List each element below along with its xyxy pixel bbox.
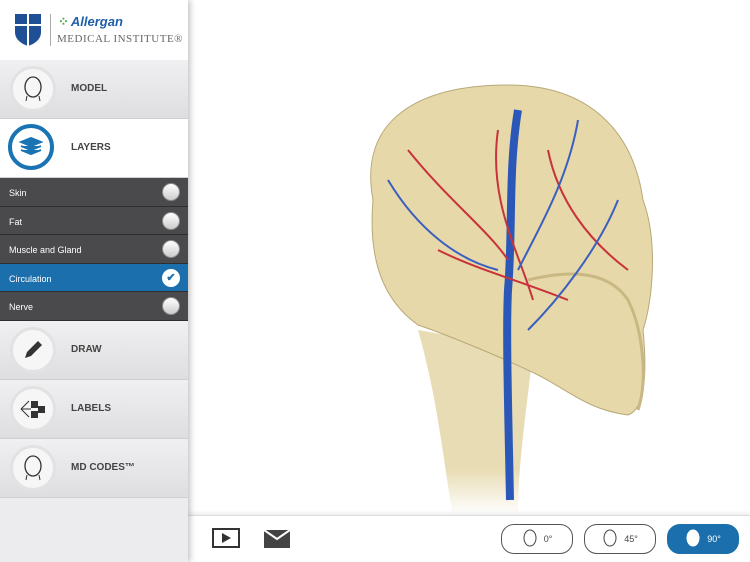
labels-icon bbox=[20, 400, 45, 418]
layer-row[interactable]: Muscle and Gland bbox=[0, 235, 188, 264]
view-angle-button[interactable]: 45° bbox=[584, 524, 656, 554]
tool-labels[interactable]: LABELS bbox=[0, 379, 188, 439]
layer-toggle[interactable] bbox=[162, 211, 180, 230]
tool-label: MODEL bbox=[71, 83, 108, 94]
layer-label: Fat bbox=[9, 216, 23, 227]
tool-label: MD CODES™ bbox=[71, 461, 135, 473]
tool-label: LABELS bbox=[71, 402, 111, 414]
view-angle-label: 0° bbox=[543, 534, 553, 544]
tool-model[interactable]: MODEL bbox=[0, 60, 188, 119]
layer-row[interactable]: Nerve bbox=[0, 292, 188, 321]
layer-label: Skin bbox=[9, 188, 27, 198]
layer-label: Nerve bbox=[9, 302, 34, 312]
view-angle-label: 45° bbox=[624, 534, 638, 544]
head-icon bbox=[523, 529, 537, 547]
tool-draw[interactable]: DRAW bbox=[0, 320, 188, 380]
view-angle-button[interactable]: 0° bbox=[501, 524, 573, 554]
layer-label: Circulation bbox=[9, 273, 52, 284]
play-button[interactable] bbox=[212, 528, 240, 553]
email-button[interactable] bbox=[263, 529, 291, 553]
layer-toggle[interactable] bbox=[162, 240, 180, 258]
play-icon bbox=[212, 528, 240, 548]
head-icon bbox=[686, 529, 700, 547]
head-icon bbox=[24, 454, 42, 480]
pencil-icon bbox=[25, 340, 42, 358]
skull-circulation-model[interactable] bbox=[188, 0, 750, 515]
head-icon bbox=[24, 76, 42, 102]
view-angle-button[interactable]: 90° bbox=[667, 524, 739, 554]
shield-logo-icon bbox=[15, 14, 41, 46]
layer-toggle[interactable] bbox=[162, 297, 180, 315]
tool-layers[interactable]: LAYERS bbox=[0, 119, 188, 178]
tool-md-codes[interactable]: MD CODES™ bbox=[0, 438, 188, 498]
bottom-toolbar: 0° 45° 90° bbox=[188, 515, 750, 562]
tool-label: LAYERS bbox=[71, 142, 111, 153]
logo: ⁘ Allergan MEDICAL INSTITUTE® bbox=[0, 0, 188, 60]
anatomy-viewer[interactable] bbox=[188, 0, 750, 515]
layer-label: Muscle and Gland bbox=[9, 245, 82, 255]
layer-row[interactable]: Skin bbox=[0, 178, 188, 207]
layers-icon bbox=[19, 137, 43, 156]
brand-name: ⁘ Allergan bbox=[58, 14, 123, 29]
sidebar: ⁘ Allergan MEDICAL INSTITUTE® MODEL LAYER… bbox=[0, 0, 188, 562]
envelope-icon bbox=[263, 529, 291, 548]
institute-name: MEDICAL INSTITUTE® bbox=[57, 33, 184, 45]
head-icon bbox=[603, 529, 617, 547]
view-angle-label: 90° bbox=[707, 534, 721, 544]
layer-toggle[interactable]: ✔ bbox=[162, 268, 180, 287]
tool-label: DRAW bbox=[71, 343, 102, 355]
layer-row[interactable]: Fat bbox=[0, 206, 188, 235]
layer-toggle[interactable] bbox=[162, 183, 180, 201]
layer-row[interactable]: Circulation ✔ bbox=[0, 263, 188, 292]
